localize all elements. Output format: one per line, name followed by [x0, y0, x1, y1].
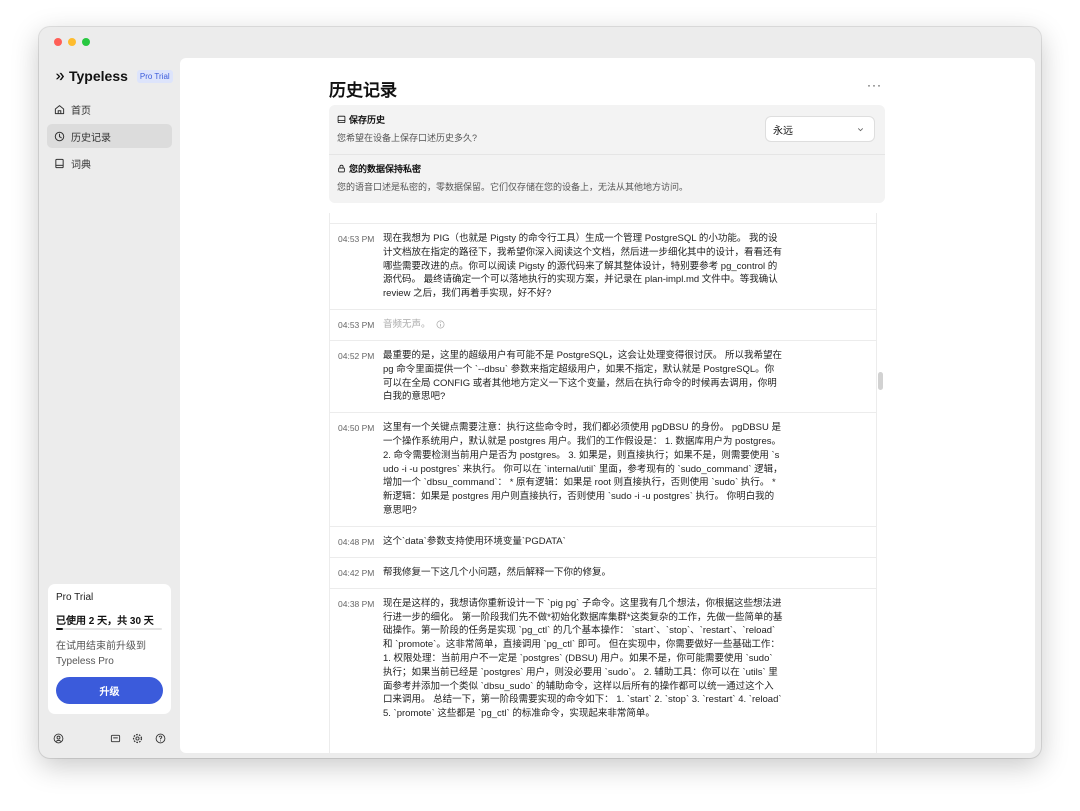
upgrade-button[interactable]: 升级	[56, 677, 163, 704]
entry-text: 现在我想为 PIG（也就是 Pigsty 的命令行工具）生成一个管理 Postg…	[383, 233, 783, 300]
sidebar-item-label: 词典	[71, 159, 91, 171]
history-entry[interactable]: 04:52 PM 最重要的是，这里的超级用户有可能不是 PostgreSQL，这…	[330, 339, 876, 412]
trial-description: 在试用结束前升级到 Typeless Pro	[56, 641, 146, 667]
account-icon[interactable]	[53, 733, 64, 744]
entry-timestamp: 04:53 PM	[338, 234, 375, 244]
help-icon[interactable]	[155, 733, 166, 744]
sidebar-item-home[interactable]: 首页	[47, 97, 172, 121]
history-retention-value: 永远	[773, 125, 793, 137]
archive-icon	[337, 115, 346, 124]
history-entry[interactable]: 04:53 PM 音频无声。	[330, 308, 876, 340]
mail-icon[interactable]	[110, 733, 121, 744]
privacy-label: 您的数据保持私密	[349, 164, 422, 174]
save-history-description: 您希望在设备上保存口述历史多久?	[337, 133, 478, 143]
brand: Typeless Pro Trial	[54, 68, 173, 84]
save-history-title: 保存历史	[337, 113, 385, 126]
entry-text-silent: 音频无声。	[383, 318, 783, 332]
home-icon	[54, 104, 65, 115]
sidebar-item-label: 首页	[71, 105, 91, 117]
sidebar-item-dictionary[interactable]: 词典	[47, 151, 172, 175]
sidebar-item-label: 历史记录	[71, 132, 111, 144]
app-name: Typeless	[69, 68, 128, 84]
page-title: 历史记录	[329, 81, 397, 100]
entry-text: 最重要的是，这里的超级用户有可能不是 PostgreSQL，这会让处理变得很讨厌…	[383, 349, 783, 403]
more-options-button[interactable]: ···	[867, 78, 882, 92]
app-window: Typeless Pro Trial 首页 历史记录 词典 Pro Trial …	[39, 27, 1041, 758]
entry-text: 音频无声。	[383, 319, 431, 331]
entry-timestamp: 04:48 PM	[338, 536, 375, 547]
history-retention-select[interactable]: 永远	[765, 116, 875, 142]
entry-text: 现在是这样的，我想请你重新设计一下 `pig pg` 子命令。这里我有几个想法，…	[383, 597, 783, 720]
privacy-title: 您的数据保持私密	[337, 162, 421, 175]
trial-days-used: 已使用 2 天，共 30 天	[56, 616, 154, 627]
info-icon[interactable]	[436, 320, 445, 329]
trial-progress-bar	[56, 628, 162, 630]
settings-gear-icon[interactable]	[132, 733, 143, 744]
history-entry[interactable]: 04:53 PM 现在我想为 PIG（也就是 Pigsty 的命令行工具）生成一…	[330, 223, 876, 309]
settings-divider	[329, 154, 885, 155]
sidebar: Typeless Pro Trial 首页 历史记录 词典 Pro Trial …	[39, 27, 180, 758]
history-clock-icon	[54, 131, 65, 142]
entry-timestamp: 04:52 PM	[338, 350, 375, 361]
history-entry[interactable]: 04:50 PM 这里有一个关键点需要注意：执行这些命令时，我们都必须使用 pg…	[330, 412, 876, 526]
history-scrollbar[interactable]	[878, 372, 883, 390]
entry-text: 帮我修复一下这几个小问题，然后解释一下你的修复。	[383, 566, 612, 578]
history-entry[interactable]: 04:38 PM 现在是这样的，我想请你重新设计一下 `pig pg` 子命令。…	[330, 587, 876, 729]
entry-text: 这个`data`参数支持使用环境变量`PGDATA`	[383, 535, 566, 547]
entry-timestamp: 04:50 PM	[338, 423, 375, 434]
plan-badge: Pro Trial	[136, 69, 173, 83]
trial-card: Pro Trial 已使用 2 天，共 30 天 在试用结束前升级到 Typel…	[48, 584, 171, 714]
sidebar-item-history[interactable]: 历史记录	[47, 124, 172, 148]
trial-title: Pro Trial	[56, 592, 94, 603]
privacy-description: 您的语音口述是私密的，零数据保留。它们仅存储在您的设备上，无法从其他地方访问。	[337, 182, 689, 192]
sidebar-nav: 首页 历史记录 词典	[47, 97, 172, 178]
entry-timestamp: 04:42 PM	[338, 567, 375, 578]
history-entry[interactable]: 04:48 PM 这个`data`参数支持使用环境变量`PGDATA`	[330, 525, 876, 557]
typeless-logo-icon	[55, 72, 65, 80]
entry-timestamp: 04:53 PM	[338, 319, 375, 330]
chevron-down-icon	[857, 127, 864, 131]
entry-text: 这里有一个关键点需要注意：执行这些命令时，我们都必须使用 pgDBSU 的身份。…	[383, 422, 783, 516]
trial-progress-fill	[56, 628, 64, 630]
history-list: 04:53 PM 现在我想为 PIG（也就是 Pigsty 的命令行工具）生成一…	[329, 213, 877, 753]
history-entry[interactable]: 04:42 PM 帮我修复一下这几个小问题，然后解释一下你的修复。	[330, 556, 876, 588]
save-history-label: 保存历史	[349, 115, 386, 125]
book-icon	[54, 158, 65, 169]
entry-timestamp: 04:38 PM	[338, 598, 375, 609]
main-panel: 历史记录 ··· 保存历史 您希望在设备上保存口述历史多久? 永远 您的数据保持…	[180, 58, 1035, 753]
lock-icon	[338, 164, 345, 173]
history-settings: 保存历史 您希望在设备上保存口述历史多久? 永远 您的数据保持私密 您的语音口述…	[329, 105, 885, 203]
